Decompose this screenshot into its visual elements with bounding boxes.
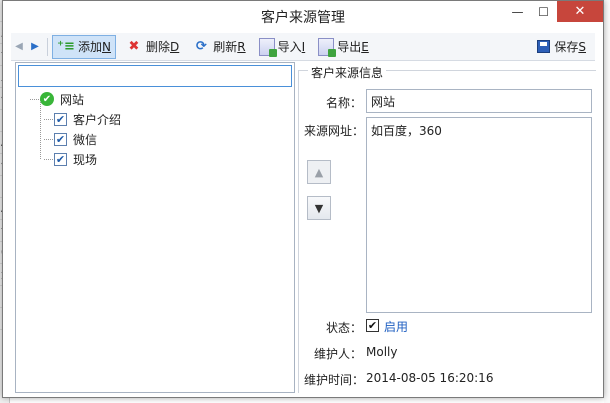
url-field[interactable]: 如百度，360 bbox=[366, 117, 592, 313]
save-shortcut: S bbox=[578, 39, 586, 54]
import-label: 导入 bbox=[277, 40, 302, 54]
arrow-up-icon: ▲ bbox=[314, 165, 324, 179]
tree-item-label: 微信 bbox=[73, 132, 98, 147]
next-icon[interactable]: ▶ bbox=[27, 37, 43, 57]
export-button[interactable]: 导出 E bbox=[314, 35, 373, 59]
minimize-button[interactable]: — bbox=[504, 1, 531, 22]
delete-button[interactable]: ✖ 删除 D bbox=[121, 35, 183, 59]
tree-item-label: 网站 bbox=[60, 92, 85, 107]
move-up-button[interactable]: ▲ bbox=[307, 160, 331, 184]
tree-item-label: 现场 bbox=[73, 152, 98, 167]
add-label: 添加 bbox=[78, 40, 103, 54]
status-text[interactable]: 启用 bbox=[384, 318, 408, 335]
maximize-button[interactable]: ☐ bbox=[530, 1, 557, 22]
refresh-button[interactable]: ⟳ 刷新 R bbox=[188, 35, 249, 59]
previous-icon[interactable]: ◀ bbox=[11, 37, 27, 57]
maintain-time-label: 维护时间： bbox=[304, 373, 365, 387]
tree-item[interactable]: ✔ 微信 bbox=[40, 129, 121, 149]
import-button[interactable]: 导入 I bbox=[255, 35, 310, 59]
close-button[interactable]: ✕ bbox=[557, 1, 603, 22]
move-down-button[interactable]: ▼ bbox=[307, 196, 331, 220]
tree-search-input[interactable] bbox=[18, 65, 292, 87]
delete-shortcut: D bbox=[170, 39, 180, 54]
status-label: 状态： bbox=[326, 321, 363, 335]
add-icon: ⁺≡ bbox=[57, 39, 75, 54]
name-label: 名称： bbox=[326, 96, 363, 110]
tree-item-checkbox[interactable]: ✔ bbox=[54, 152, 67, 166]
refresh-icon: ⟳ bbox=[195, 39, 207, 54]
delete-label: 删除 bbox=[146, 40, 171, 54]
tree-item-root[interactable]: ✔ 网站 bbox=[26, 89, 121, 109]
add-shortcut: N bbox=[102, 39, 111, 54]
toolbar: ◀ ▶ ⁺≡ 添加 N ✖ 删除 D ⟳ 刷新 R 导入 I 导出 E 保存 S bbox=[11, 33, 595, 61]
refresh-label: 刷新 bbox=[213, 40, 238, 54]
toolbar-separator bbox=[47, 37, 48, 56]
name-field[interactable]: 网站 bbox=[366, 89, 592, 113]
tree-item[interactable]: ✔ 现场 bbox=[40, 149, 121, 169]
refresh-shortcut: R bbox=[237, 39, 246, 54]
import-shortcut: I bbox=[301, 39, 306, 54]
maintainer-value: Molly bbox=[366, 345, 398, 359]
export-label: 导出 bbox=[337, 40, 362, 54]
delete-icon: ✖ bbox=[128, 39, 140, 54]
title-bar: 客户来源管理 — ☐ ✕ bbox=[3, 1, 603, 31]
maintain-time-value: 2014-08-05 16:20:16 bbox=[366, 371, 494, 385]
tree-item[interactable]: ✔ 客户介绍 bbox=[40, 109, 121, 129]
group-title: 客户来源信息 bbox=[308, 64, 387, 81]
export-icon bbox=[318, 37, 337, 57]
maintainer-label: 维护人： bbox=[314, 347, 363, 361]
save-label: 保存 bbox=[554, 40, 579, 54]
url-label: 来源网址： bbox=[304, 124, 365, 138]
check-circle-icon: ✔ bbox=[40, 92, 54, 106]
save-icon bbox=[537, 40, 551, 53]
tree-item-label: 客户介绍 bbox=[73, 112, 122, 127]
background-app-edge bbox=[604, 0, 610, 403]
tree-item-checkbox[interactable]: ✔ bbox=[54, 132, 67, 146]
import-icon bbox=[258, 37, 277, 57]
source-tree-panel: ✔ 网站 ✔ 客户介绍 ✔ 微信 ✔ 现场 bbox=[15, 62, 295, 393]
tree-item-checkbox[interactable]: ✔ bbox=[54, 112, 67, 126]
add-button[interactable]: ⁺≡ 添加 N bbox=[52, 34, 116, 59]
export-shortcut: E bbox=[361, 39, 369, 54]
save-button[interactable]: 保存 S bbox=[533, 35, 590, 59]
arrow-down-icon: ▼ bbox=[314, 201, 324, 215]
source-tree: ✔ 网站 ✔ 客户介绍 ✔ 微信 ✔ 现场 bbox=[26, 89, 121, 169]
status-checkbox[interactable]: ✔ bbox=[366, 319, 379, 332]
